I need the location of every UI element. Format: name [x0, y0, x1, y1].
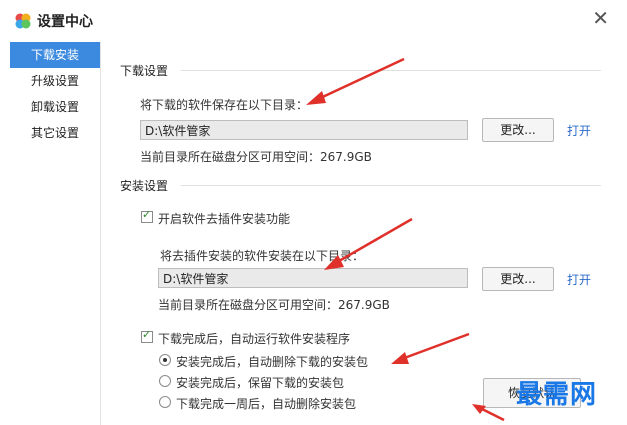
app-logo-icon [15, 13, 31, 29]
auto-run-checkbox[interactable] [141, 328, 153, 343]
auto-run-checkbox-label: 下载完成后，自动运行软件安装程序 [158, 332, 351, 346]
title-bar: 设置中心 ✕ [0, 0, 627, 40]
annotation-arrow-icon [306, 57, 405, 105]
install-section-title: 安装设置 [120, 179, 169, 193]
install-change-button[interactable]: 更改... [482, 267, 554, 291]
annotation-arrow-icon [391, 332, 470, 364]
window-title: 设置中心 [37, 14, 93, 30]
sidebar-item-other[interactable]: 其它设置 [10, 120, 100, 146]
radio-delete-after-install[interactable] [159, 354, 171, 366]
watermark-logo: 最需网 [516, 380, 598, 410]
download-save-label: 将下载的软件保存在以下目录： [140, 98, 309, 112]
radio-option-label: 安装完成后，自动删除下载的安装包 [176, 355, 369, 369]
sidebar-item-upgrade[interactable]: 升级设置 [10, 68, 100, 94]
plugin-checkbox-label: 开启软件去插件安装功能 [158, 212, 291, 226]
sidebar-item-label: 其它设置 [31, 126, 80, 140]
radio-option-label: 安装完成后，保留下载的安装包 [176, 376, 345, 390]
sidebar-item-label: 下载安装 [31, 48, 80, 62]
download-open-link[interactable]: 打开 [567, 122, 591, 139]
sidebar-item-uninstall[interactable]: 卸载设置 [10, 94, 100, 120]
download-space-text: 当前目录所在磁盘分区可用空间：267.9GB [140, 150, 372, 164]
download-change-button[interactable]: 更改... [482, 118, 554, 142]
radio-option-label: 下载完成一周后，自动删除安装包 [176, 397, 357, 411]
download-section-title: 下载设置 [120, 64, 169, 78]
install-space-text: 当前目录所在磁盘分区可用空间：267.9GB [158, 298, 390, 312]
sidebar-item-label: 升级设置 [31, 74, 80, 88]
sidebar: 下载安装 升级设置 卸载设置 其它设置 [10, 42, 101, 425]
annotation-arrow-icon [472, 404, 505, 422]
install-path-field[interactable]: D:\软件管家 [158, 268, 468, 288]
sidebar-item-download-install[interactable]: 下载安装 [10, 42, 100, 68]
settings-window: 设置中心 ✕ 下载安装 升级设置 卸载设置 其它设置 下载设置 将下载的软件保存… [0, 0, 627, 425]
section-divider [181, 185, 601, 186]
plugin-checkbox[interactable] [141, 208, 153, 223]
sidebar-item-label: 卸载设置 [31, 100, 80, 114]
radio-delete-after-week[interactable] [159, 396, 171, 408]
close-icon[interactable]: ✕ [592, 8, 609, 28]
annotation-arrow-icon [324, 217, 413, 270]
download-path-field[interactable]: D:\软件管家 [140, 120, 468, 140]
install-open-link[interactable]: 打开 [567, 271, 591, 288]
radio-keep-package[interactable] [159, 375, 171, 387]
